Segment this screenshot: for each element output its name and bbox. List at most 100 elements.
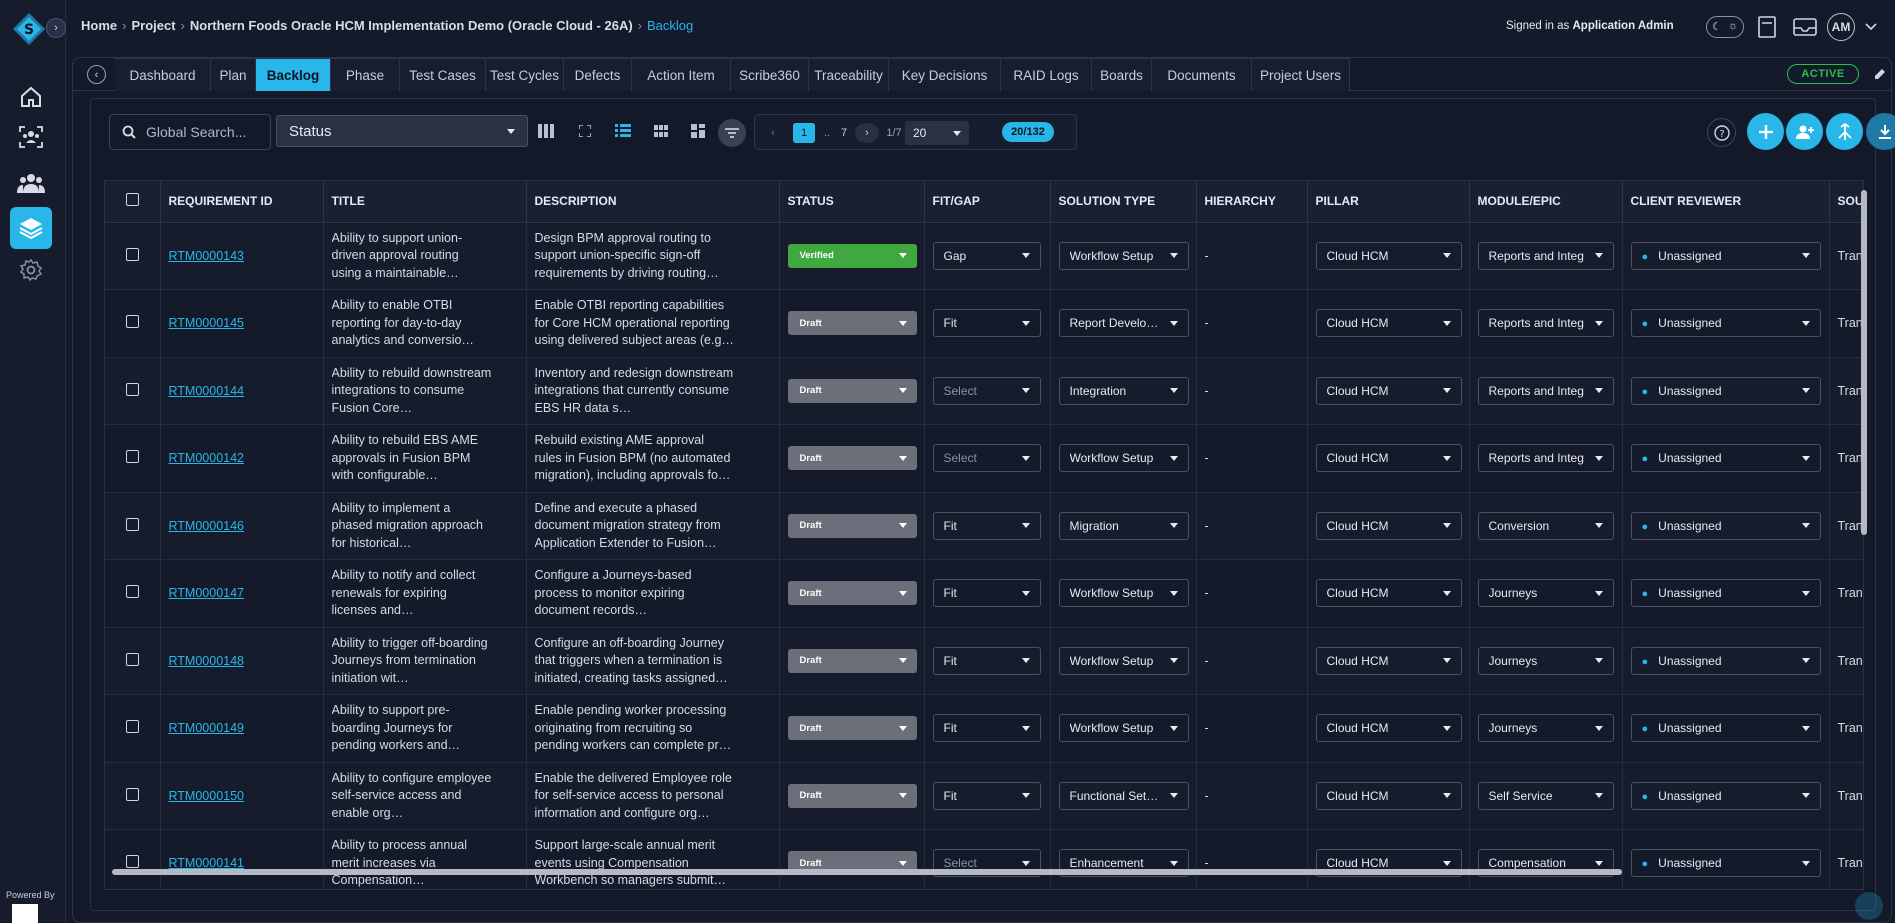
fit-gap-dropdown[interactable]: Fit	[932, 714, 1041, 743]
table-row[interactable]: RTM0000150 Ability to configure employee …	[105, 762, 1863, 830]
row-checkbox[interactable]	[125, 720, 139, 734]
status-dropdown[interactable]: Draft	[787, 311, 917, 336]
client-reviewer-dropdown[interactable]: ● Unassigned	[1630, 376, 1821, 405]
requirement-id-link[interactable]: RTM0000146	[169, 519, 245, 533]
requirement-id-link[interactable]: RTM0000147	[169, 586, 245, 600]
vertical-scroll-thumb[interactable]	[1861, 190, 1867, 535]
layers-icon[interactable]	[10, 207, 52, 249]
users-icon[interactable]	[11, 163, 51, 203]
table-row[interactable]: RTM0000142 Ability to rebuild EBS AME app…	[105, 424, 1863, 493]
client-reviewer-dropdown[interactable]: ● Unassigned	[1630, 714, 1821, 743]
horizontal-scroll-thumb[interactable]	[112, 869, 1622, 875]
table-row[interactable]: RTM0000148 Ability to trigger off-boardin…	[105, 627, 1863, 695]
filter-button[interactable]	[718, 119, 746, 147]
horizontal-scrollbar[interactable]	[108, 868, 1856, 876]
solution-type-dropdown[interactable]: Report Develo…	[1058, 309, 1189, 338]
module-epic-dropdown[interactable]: Self Service	[1477, 781, 1614, 810]
fit-gap-dropdown[interactable]: Fit	[932, 646, 1041, 675]
client-reviewer-dropdown[interactable]: ● Unassigned	[1630, 579, 1821, 608]
merge-button[interactable]	[1826, 113, 1863, 150]
table-row[interactable]: RTM0000141 Ability to process annual meri…	[105, 829, 1863, 889]
theme-toggle[interactable]: ☾ ☼	[1706, 16, 1744, 38]
global-search[interactable]	[109, 114, 271, 150]
module-epic-dropdown[interactable]: Reports and Integ	[1477, 309, 1614, 338]
status-dropdown[interactable]: Draft	[787, 716, 917, 741]
table-row[interactable]: RTM0000149 Ability to support pre-boardin…	[105, 694, 1863, 763]
row-checkbox[interactable]	[125, 787, 139, 801]
home-icon[interactable]	[11, 77, 51, 117]
pillar-dropdown[interactable]: Cloud HCM	[1315, 444, 1462, 473]
fit-gap-dropdown[interactable]: Fit	[932, 781, 1041, 810]
fit-gap-dropdown[interactable]: Select	[932, 376, 1041, 405]
requirement-id-link[interactable]: RTM0000149	[169, 721, 245, 735]
fit-gap-dropdown[interactable]: Fit	[932, 579, 1041, 608]
solution-type-dropdown[interactable]: Functional Set…	[1058, 781, 1189, 810]
solution-type-dropdown[interactable]: Workflow Setup	[1058, 714, 1189, 743]
sidebar-expand-button[interactable]: ›	[46, 18, 66, 38]
fullscreen-icon[interactable]	[575, 121, 595, 141]
client-reviewer-dropdown[interactable]: ● Unassigned	[1630, 241, 1821, 270]
app-logo-icon[interactable]: S	[12, 12, 46, 46]
row-checkbox[interactable]	[125, 517, 139, 531]
solution-type-dropdown[interactable]: Workflow Setup	[1058, 241, 1189, 270]
tab-scribe360[interactable]: Scribe360	[731, 58, 809, 91]
grid-view-icon[interactable]	[651, 121, 671, 141]
tab-test-cases[interactable]: Test Cases	[400, 58, 486, 91]
tab-documents[interactable]: Documents	[1152, 58, 1252, 91]
team-scan-icon[interactable]	[11, 117, 51, 157]
row-checkbox[interactable]	[125, 382, 139, 396]
column-header-requirement-id[interactable]: REQUIREMENT ID	[160, 181, 324, 223]
tab-test-cycles[interactable]: Test Cycles	[486, 58, 564, 91]
module-epic-dropdown[interactable]: Journeys	[1477, 646, 1614, 675]
table-row[interactable]: RTM0000143 Ability to support union-drive…	[105, 222, 1863, 290]
document-icon[interactable]	[1754, 14, 1780, 40]
tab-key-decisions[interactable]: Key Decisions	[889, 58, 1001, 91]
solution-type-dropdown[interactable]: Migration	[1058, 511, 1189, 540]
status-dropdown[interactable]: Draft	[787, 513, 917, 538]
status-dropdown[interactable]: Draft	[787, 581, 917, 606]
fit-gap-dropdown[interactable]: Fit	[932, 309, 1041, 338]
row-checkbox[interactable]	[125, 450, 139, 464]
requirement-id-link[interactable]: RTM0000148	[169, 654, 245, 668]
inbox-icon[interactable]	[1792, 14, 1818, 40]
user-avatar[interactable]: AM	[1827, 13, 1855, 41]
status-dropdown[interactable]: Draft	[787, 648, 917, 673]
status-dropdown[interactable]: Draft	[787, 446, 917, 471]
gear-icon[interactable]	[11, 250, 51, 290]
fit-gap-dropdown[interactable]: Select	[932, 444, 1041, 473]
table-row[interactable]: RTM0000145 Ability to enable OTBI reporti…	[105, 289, 1863, 358]
pillar-dropdown[interactable]: Cloud HCM	[1315, 376, 1462, 405]
page-1-button[interactable]: 1	[793, 123, 815, 143]
status-dropdown[interactable]: Verified	[787, 243, 917, 268]
chevron-down-icon[interactable]	[1862, 14, 1880, 40]
tab-traceability[interactable]: Traceability	[809, 58, 889, 91]
column-header-description[interactable]: DESCRIPTION	[526, 181, 780, 223]
edit-icon[interactable]	[1869, 63, 1891, 85]
column-header-module-epic[interactable]: MODULE/EPIC	[1469, 181, 1623, 223]
breadcrumb-home[interactable]: Home	[81, 18, 117, 33]
tab-plan[interactable]: Plan	[211, 58, 256, 91]
board-view-icon[interactable]	[688, 121, 708, 141]
tab-defects[interactable]: Defects	[564, 58, 632, 91]
select-all-checkbox[interactable]	[125, 193, 139, 207]
column-header-sourc[interactable]: SOURC	[1829, 181, 1863, 223]
page-last-button[interactable]: 7	[837, 123, 851, 143]
status-filter-select[interactable]: Status	[276, 115, 528, 147]
pillar-dropdown[interactable]: Cloud HCM	[1315, 511, 1462, 540]
column-header-fit-gap[interactable]: FIT/GAP	[924, 181, 1051, 223]
add-requirement-button[interactable]	[1747, 113, 1784, 150]
tab-phase[interactable]: Phase	[331, 58, 400, 91]
row-checkbox[interactable]	[125, 247, 139, 261]
pillar-dropdown[interactable]: Cloud HCM	[1315, 579, 1462, 608]
columns-view-icon[interactable]	[536, 121, 556, 141]
solution-type-dropdown[interactable]: Integration	[1058, 376, 1189, 405]
page-size-select[interactable]: 20	[905, 121, 969, 145]
assign-user-button[interactable]	[1786, 113, 1823, 150]
chat-assistant-icon[interactable]	[1855, 892, 1883, 920]
status-dropdown[interactable]: Draft	[787, 378, 917, 403]
breadcrumb-project[interactable]: Project	[131, 18, 175, 33]
column-header-status[interactable]: STATUS	[779, 181, 925, 223]
search-input[interactable]	[146, 124, 266, 140]
requirement-id-link[interactable]: RTM0000142	[169, 451, 245, 465]
column-header-solution-type[interactable]: SOLUTION TYPE	[1050, 181, 1197, 223]
